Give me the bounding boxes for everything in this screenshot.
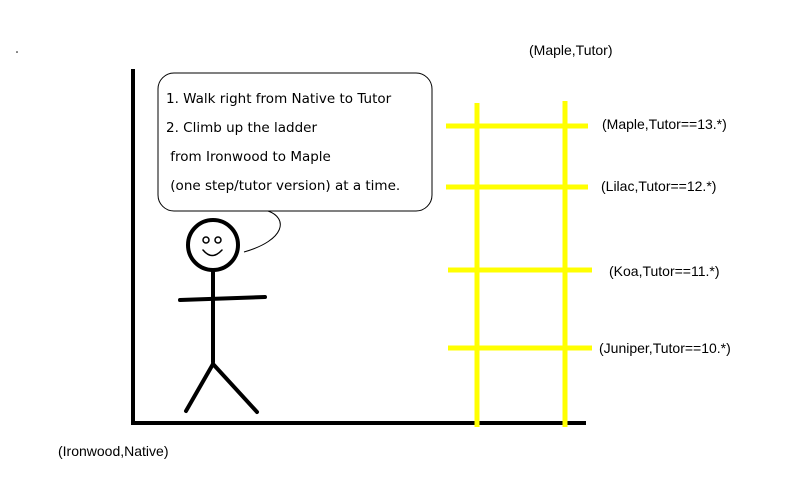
speech-bubble-line: 1. Walk right from Native to Tutor (166, 91, 392, 107)
rung-label: (Juniper,Tutor==10.*) (599, 340, 731, 356)
speech-bubble-tail (243, 210, 281, 253)
stick-figure-smile (202, 249, 223, 257)
rung-label: (Maple,Tutor==13.*) (602, 116, 727, 132)
origin-label: (Ironwood,Native) (58, 443, 169, 459)
speech-bubble-line: (one step/tutor version) at a time. (166, 178, 401, 194)
ladder (446, 101, 592, 427)
stick-figure-leg-right (211, 362, 259, 414)
stick-figure-eye-right (214, 236, 222, 244)
stick-figure-head (186, 218, 240, 272)
stick-figure (178, 218, 267, 414)
rung-label: (Koa,Tutor==11.*) (609, 263, 720, 279)
stick-figure-arms (178, 295, 267, 302)
speech-bubble-line: from Ironwood to Maple (166, 149, 331, 165)
speech-bubble-line: 2. Climb up the ladder (166, 120, 317, 136)
top-label: (Maple,Tutor) (529, 42, 613, 58)
stray-dot (16, 51, 18, 53)
stick-figure-eye-left (202, 236, 210, 244)
diagram-canvas (16, 51, 592, 427)
rung-label: (Lilac,Tutor==12.*) (601, 178, 717, 194)
stick-figure-leg-left (184, 362, 215, 413)
